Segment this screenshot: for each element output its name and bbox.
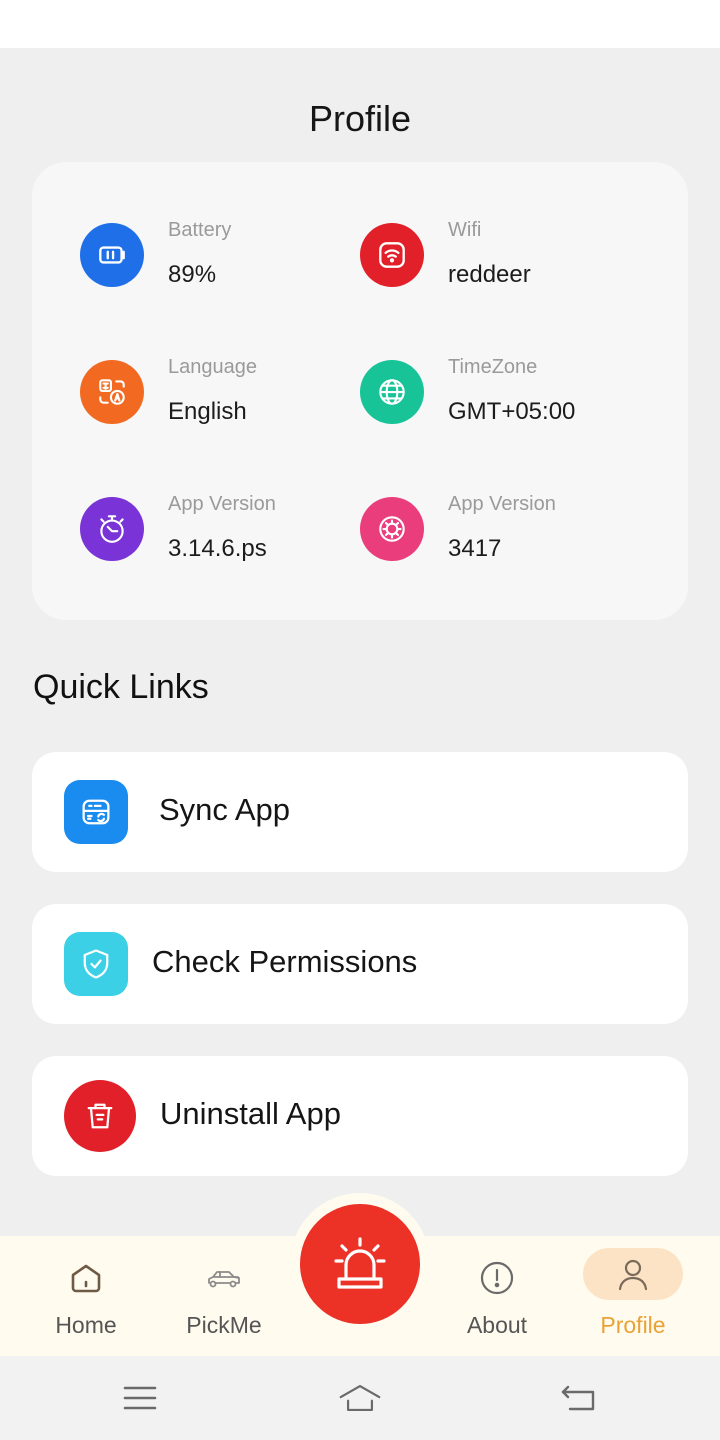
check-permissions-button[interactable]: Check Permissions <box>32 904 688 1024</box>
back-icon[interactable] <box>556 1378 600 1418</box>
sync-icon <box>64 780 128 844</box>
info-label: TimeZone <box>448 356 538 378</box>
system-navigation-bar <box>0 1356 720 1440</box>
info-app-version: App Version 3.14.6.ps <box>80 493 380 577</box>
info-label: App Version <box>168 493 276 515</box>
home-icon <box>64 1256 108 1300</box>
info-icon <box>475 1256 519 1300</box>
info-wifi: Wifi reddeer <box>360 219 660 303</box>
info-build-number: App Version 3417 <box>360 493 660 577</box>
user-icon <box>583 1248 683 1300</box>
link-label: Check Permissions <box>152 944 418 979</box>
alarm-button[interactable] <box>300 1204 420 1324</box>
info-value: 3417 <box>448 535 502 562</box>
page-title: Profile <box>308 98 412 139</box>
device-info-card: Battery 89% Wifi reddeer Language Englis… <box>32 162 688 620</box>
wifi-icon <box>360 223 424 287</box>
globe-icon <box>360 360 424 424</box>
info-value: 3.14.6.ps <box>168 535 267 562</box>
info-timezone: TimeZone GMT+05:00 <box>360 356 660 440</box>
uninstall-app-button[interactable]: Uninstall App <box>32 1056 688 1176</box>
info-language: Language English <box>80 356 380 440</box>
info-label: App Version <box>448 493 556 515</box>
info-value: reddeer <box>448 261 531 288</box>
nav-profile[interactable]: Profile <box>563 1236 703 1356</box>
nav-pickme[interactable]: PickMe <box>154 1236 294 1356</box>
battery-icon <box>80 223 144 287</box>
translate-icon <box>80 360 144 424</box>
quick-links-title: Quick Links <box>33 668 209 706</box>
link-label: Sync App <box>159 792 290 827</box>
sync-app-button[interactable]: Sync App <box>32 752 688 872</box>
gear-icon <box>360 497 424 561</box>
status-bar <box>0 0 720 48</box>
nav-about[interactable]: About <box>427 1236 567 1356</box>
link-label: Uninstall App <box>160 1096 341 1131</box>
info-battery: Battery 89% <box>80 219 380 303</box>
nav-label: About <box>466 1312 528 1338</box>
shield-check-icon <box>64 932 128 996</box>
info-label: Language <box>168 356 257 378</box>
car-icon <box>202 1256 246 1300</box>
trash-icon <box>64 1080 136 1152</box>
info-label: Battery <box>168 219 232 241</box>
info-value: 89% <box>168 261 217 288</box>
info-value: GMT+05:00 <box>448 398 576 425</box>
info-label: Wifi <box>448 219 482 241</box>
nav-label: PickMe <box>186 1312 262 1338</box>
nav-label: Profile <box>600 1312 666 1338</box>
home-outline-icon[interactable] <box>336 1378 384 1418</box>
nav-label: Home <box>55 1312 117 1338</box>
nav-home[interactable]: Home <box>16 1236 156 1356</box>
info-value: English <box>168 398 247 425</box>
stopwatch-icon <box>80 497 144 561</box>
menu-icon[interactable] <box>118 1378 162 1418</box>
alarm-siren-icon <box>334 1237 386 1289</box>
